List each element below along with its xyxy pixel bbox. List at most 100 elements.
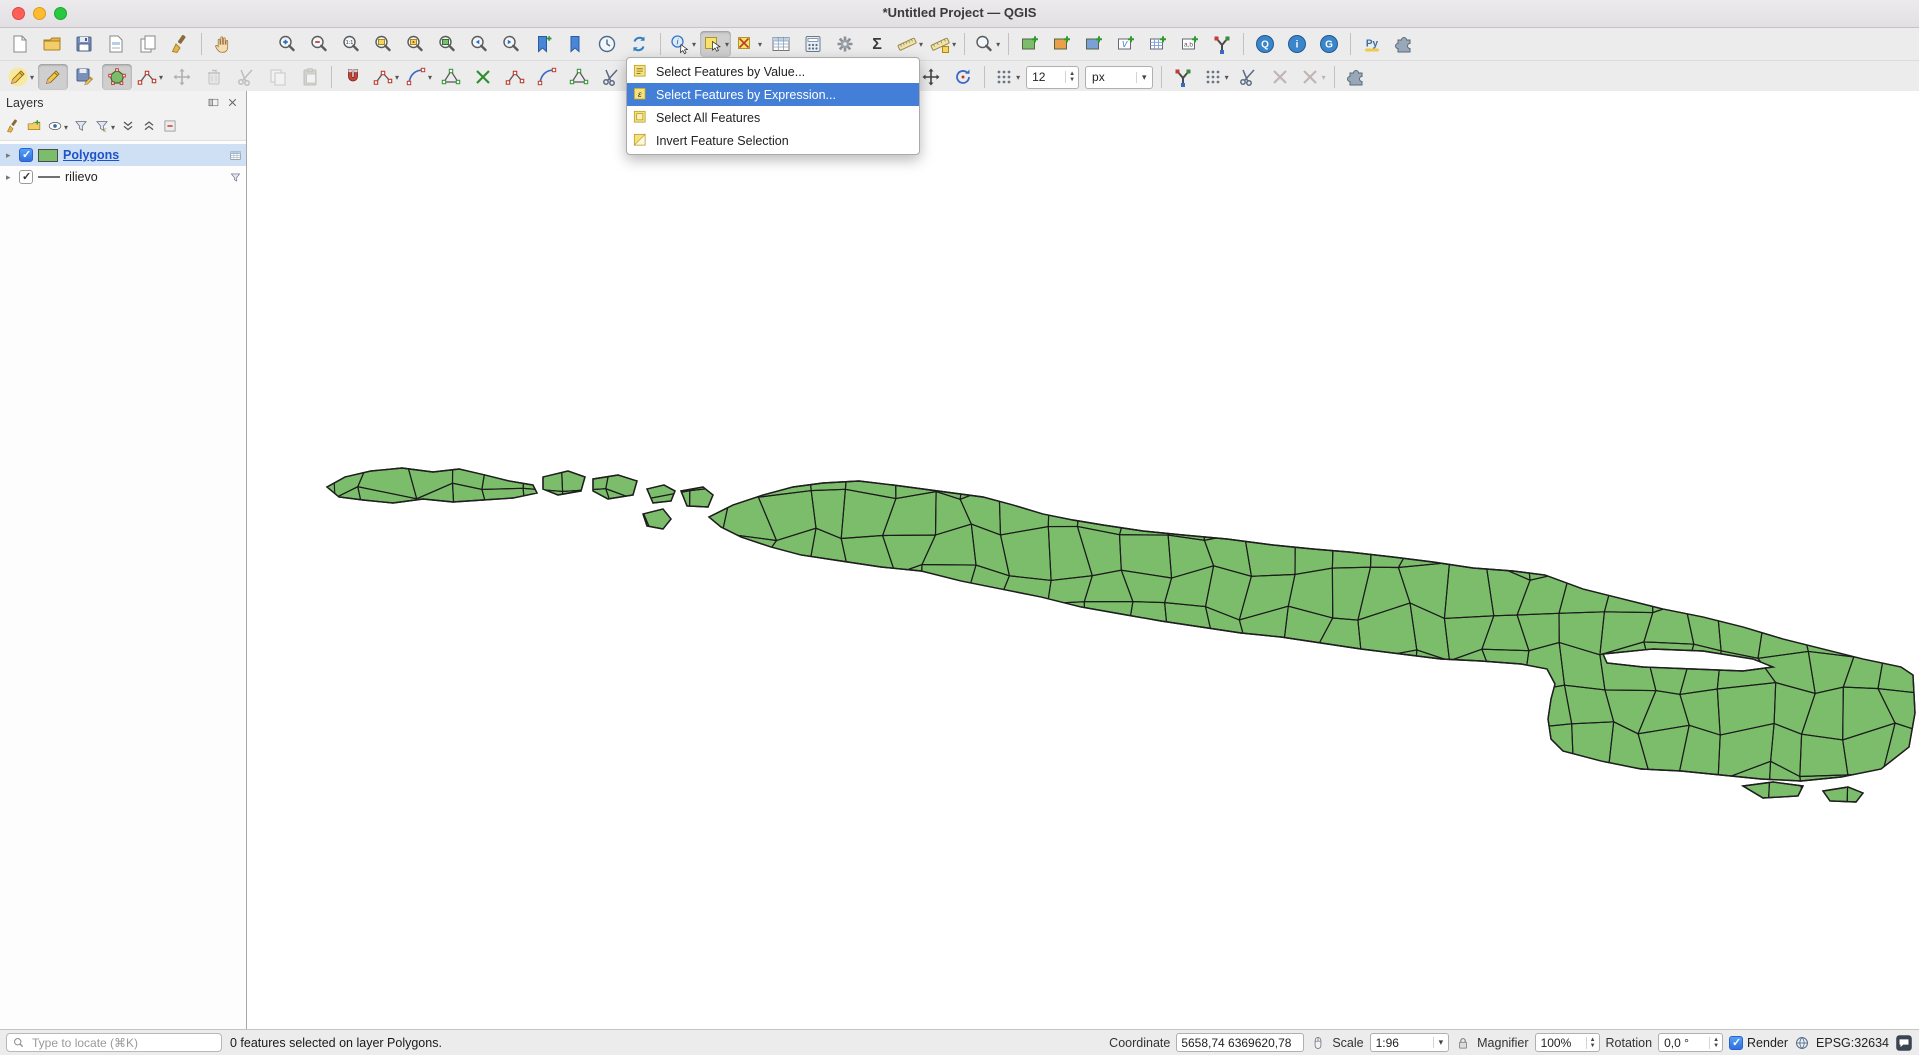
plugin-tool-button[interactable]	[1341, 64, 1371, 90]
add-raster-layer-button[interactable]	[1143, 31, 1173, 57]
select-features-dropdown-arrow[interactable]: ▾	[725, 40, 729, 49]
show-layout-manager-button[interactable]	[133, 31, 163, 57]
topological-editing-button[interactable]	[436, 64, 466, 90]
vertex-tool-button[interactable]: ▾	[134, 64, 165, 90]
toggle-editing-button[interactable]	[38, 64, 68, 90]
crs-globe-icon[interactable]	[1794, 1035, 1810, 1051]
new-print-layout-button[interactable]	[101, 31, 131, 57]
show-bookmarks-button[interactable]	[560, 31, 590, 57]
snapping-tolerance-dropdown-arrow[interactable]: ▾	[428, 73, 432, 82]
geoprocessing-help-button[interactable]: G	[1314, 31, 1344, 57]
map-render[interactable]	[247, 91, 1919, 1029]
what-is-this-button[interactable]: i	[1282, 31, 1312, 57]
metasearch-button[interactable]: Q	[1250, 31, 1280, 57]
float-panel-button[interactable]	[206, 95, 221, 110]
save-layer-edits-button[interactable]	[70, 64, 100, 90]
stroke-width-spin-arrows[interactable]: ▲▼	[1065, 71, 1078, 83]
remove-layer-button[interactable]	[161, 117, 179, 138]
deselect-features-dropdown-arrow[interactable]: ▾	[758, 40, 762, 49]
new-virtual-layer-button[interactable]: V	[1111, 31, 1141, 57]
style-manager-button[interactable]	[165, 31, 195, 57]
locate-search[interactable]	[6, 1033, 222, 1052]
menu-item-2[interactable]: Select All Features	[627, 106, 919, 129]
pan-to-selection-button[interactable]	[240, 31, 270, 57]
add-polygon-feature-button[interactable]	[102, 64, 132, 90]
layer-indicator-icon[interactable]	[229, 149, 242, 162]
layer-item-rilievo[interactable]: ▸rilievo	[0, 166, 246, 188]
annotation-marker-dropdown-arrow[interactable]: ▾	[1016, 73, 1020, 82]
render-checkbox[interactable]: Render	[1729, 1036, 1788, 1050]
processing-toolbox-button[interactable]	[1389, 31, 1419, 57]
measure-line-dropdown-arrow[interactable]: ▾	[919, 40, 923, 49]
sum-line-lengths-button[interactable]: ▾	[927, 31, 958, 57]
scale-dropdown-arrow[interactable]: ▾	[1433, 1037, 1449, 1048]
reshape-features-button[interactable]	[564, 64, 594, 90]
snap-on-intersection-button[interactable]	[468, 64, 498, 90]
scale-combo[interactable]: 1:96 ▾	[1370, 1033, 1450, 1052]
zoom-native-button[interactable]: 1:1	[336, 31, 366, 57]
filter-legend-button[interactable]	[72, 117, 90, 138]
current-edits-button[interactable]: ▾	[5, 64, 36, 90]
split-features-button[interactable]	[596, 64, 626, 90]
open-project-button[interactable]	[37, 31, 67, 57]
menu-item-3[interactable]: Invert Feature Selection	[627, 129, 919, 152]
add-group-button[interactable]	[25, 117, 43, 138]
current-edits-dropdown-arrow[interactable]: ▾	[30, 73, 34, 82]
add-delimited-text-layer-button[interactable]: a,b	[1175, 31, 1205, 57]
epsg-label[interactable]: EPSG:32634	[1816, 1036, 1889, 1050]
expand-all-button[interactable]	[119, 117, 137, 138]
magnifier-spin-arrows[interactable]: ▲▼	[1586, 1037, 1599, 1049]
stroke-unit-dropdown-arrow[interactable]: ▾	[1136, 72, 1152, 83]
new-geopackage-layer-button[interactable]	[1015, 31, 1045, 57]
identify-features-button[interactable]: i▾	[667, 31, 698, 57]
open-layer-styling-button[interactable]	[4, 117, 22, 138]
layer-indicator-icon[interactable]	[229, 171, 242, 184]
layer-expander-icon[interactable]: ▸	[6, 150, 14, 161]
zoom-to-selection-button[interactable]	[400, 31, 430, 57]
extents-mouse-icon[interactable]	[1310, 1035, 1326, 1051]
trace-digitizing-button[interactable]	[532, 64, 562, 90]
move-feature-copy-button[interactable]	[916, 64, 946, 90]
rotate-point-symbols-button[interactable]	[948, 64, 978, 90]
zoom-search-button[interactable]: ▾	[971, 31, 1002, 57]
zoom-out-button[interactable]	[304, 31, 334, 57]
zoom-search-dropdown-arrow[interactable]: ▾	[996, 40, 1000, 49]
statistical-summary-button[interactable]: Σ	[862, 31, 892, 57]
trim-extend-button[interactable]	[1233, 64, 1263, 90]
options-button[interactable]	[830, 31, 860, 57]
new-shapefile-layer-button[interactable]	[1047, 31, 1077, 57]
layer-item-polygons[interactable]: ▸Polygons	[0, 144, 246, 166]
select-features-button[interactable]: ▾	[700, 31, 731, 57]
zoom-full-button[interactable]	[368, 31, 398, 57]
layer-visibility-checkbox[interactable]	[19, 170, 33, 184]
delete-hole-dropdown-arrow[interactable]: ▾	[1322, 73, 1326, 82]
magnifier-spinner[interactable]: 100% ▲▼	[1535, 1033, 1600, 1052]
new-project-button[interactable]	[5, 31, 35, 57]
messages-log-icon[interactable]	[1895, 1034, 1913, 1052]
layer-visibility-checkbox[interactable]	[19, 148, 33, 162]
close-panel-button[interactable]	[225, 95, 240, 110]
stream-tolerance-button[interactable]: ▾	[1200, 64, 1231, 90]
stroke-unit-combo[interactable]: px▾	[1085, 66, 1153, 89]
rotation-spin-arrows[interactable]: ▲▼	[1709, 1037, 1722, 1049]
stream-tolerance-dropdown-arrow[interactable]: ▾	[1225, 73, 1229, 82]
annotation-marker-button[interactable]: ▾	[991, 64, 1022, 90]
coordinate-input[interactable]	[1176, 1033, 1304, 1052]
refresh-map-button[interactable]	[624, 31, 654, 57]
menu-item-0[interactable]: Select Features by Value...	[627, 60, 919, 83]
collapse-all-button[interactable]	[140, 117, 158, 138]
measure-line-button[interactable]: ▾	[894, 31, 925, 57]
self-snapping-button[interactable]	[500, 64, 530, 90]
zoom-last-button[interactable]	[464, 31, 494, 57]
field-calculator-button[interactable]	[798, 31, 828, 57]
vertex-tool-dropdown-arrow[interactable]: ▾	[159, 73, 163, 82]
pan-map-button[interactable]	[208, 31, 238, 57]
stream-digitizing-button[interactable]	[1168, 64, 1198, 90]
new-bookmark-button[interactable]	[528, 31, 558, 57]
stroke-width-spinner[interactable]: 12▲▼	[1026, 66, 1079, 89]
layer-expander-icon[interactable]: ▸	[6, 172, 14, 183]
new-spatialite-layer-button[interactable]	[1079, 31, 1109, 57]
sum-line-lengths-dropdown-arrow[interactable]: ▾	[952, 40, 956, 49]
zoom-in-button[interactable]	[272, 31, 302, 57]
identify-features-dropdown-arrow[interactable]: ▾	[692, 40, 696, 49]
